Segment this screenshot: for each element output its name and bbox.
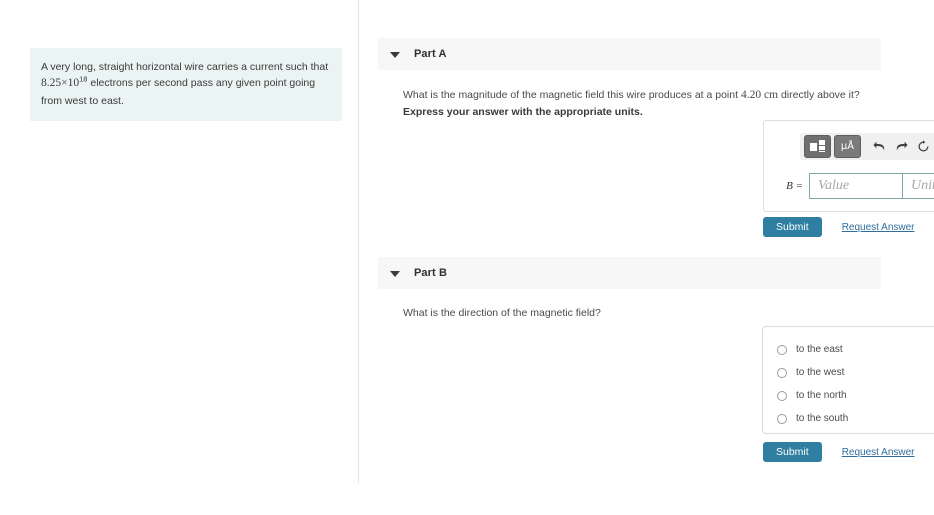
answer-pane: Part A What is the magnitude of the magn… xyxy=(359,0,934,515)
part-a-header[interactable]: Part A xyxy=(378,38,881,70)
redo-icon[interactable] xyxy=(890,136,912,157)
math-templates-glyph xyxy=(810,139,825,154)
radio-icon[interactable] xyxy=(777,413,787,424)
answer-units-input[interactable] xyxy=(902,173,934,199)
part-a-actions: Submit Request Answer xyxy=(763,217,915,237)
part-a-question-before: What is the magnitude of the magnetic fi… xyxy=(403,89,741,101)
reset-icon[interactable] xyxy=(912,136,934,157)
part-b-submit-button[interactable]: Submit xyxy=(763,442,822,462)
choice-label: to the west xyxy=(796,367,845,378)
radio-icon[interactable] xyxy=(777,390,787,401)
answer-input-row: B = xyxy=(774,173,934,199)
part-b-actions: Submit Request Answer xyxy=(763,442,915,462)
units-icon-label: μÅ xyxy=(840,140,855,152)
part-a-question-after: directly above it? xyxy=(778,89,860,101)
equation-toolbar: μÅ xyxy=(800,133,934,160)
radio-icon[interactable] xyxy=(777,367,787,378)
choice-option-east[interactable]: to the east xyxy=(763,338,934,361)
choice-label: to the south xyxy=(796,413,849,424)
part-b-header[interactable]: Part B xyxy=(378,257,881,289)
choice-label: to the north xyxy=(796,390,847,401)
part-a-instruction: Express your answer with the appropriate… xyxy=(403,106,643,118)
part-a-submit-button[interactable]: Submit xyxy=(763,217,822,237)
choice-option-west[interactable]: to the west xyxy=(763,361,934,384)
part-a-question-value: 4.20 xyxy=(740,89,762,101)
part-b-question: What is the direction of the magnetic fi… xyxy=(403,307,601,319)
problem-page: A very long, straight horizontal wire ca… xyxy=(0,0,934,515)
part-b-title: Part B xyxy=(414,267,447,279)
math-templates-icon[interactable] xyxy=(804,135,831,158)
part-b-choice-list: to the east to the west to the north to … xyxy=(762,326,934,434)
chevron-down-icon[interactable] xyxy=(390,50,400,59)
answer-variable-label: B = xyxy=(786,180,803,192)
problem-coefficient: 8.25×10 xyxy=(41,77,80,90)
part-b-request-answer-link[interactable]: Request Answer xyxy=(842,447,915,458)
chevron-down-icon[interactable] xyxy=(390,269,400,278)
problem-statement-box: A very long, straight horizontal wire ca… xyxy=(30,48,342,122)
choice-label: to the east xyxy=(796,344,843,355)
units-button[interactable]: μÅ xyxy=(834,135,861,158)
part-a-request-answer-link[interactable]: Request Answer xyxy=(842,222,915,233)
part-a-question: What is the magnitude of the magnetic fi… xyxy=(403,87,873,103)
choice-option-south[interactable]: to the south xyxy=(763,407,934,430)
problem-statement-pane: A very long, straight horizontal wire ca… xyxy=(0,0,358,515)
undo-icon[interactable] xyxy=(868,136,890,157)
choice-option-north[interactable]: to the north xyxy=(763,384,934,407)
problem-text-before: A very long, straight horizontal wire ca… xyxy=(41,61,329,73)
answer-value-input[interactable] xyxy=(809,173,902,199)
part-a-title: Part A xyxy=(414,48,447,60)
part-a-question-unit: cm xyxy=(763,89,779,101)
part-a-answer-box: μÅ B = Value Units xyxy=(763,120,934,212)
radio-icon[interactable] xyxy=(777,344,787,355)
